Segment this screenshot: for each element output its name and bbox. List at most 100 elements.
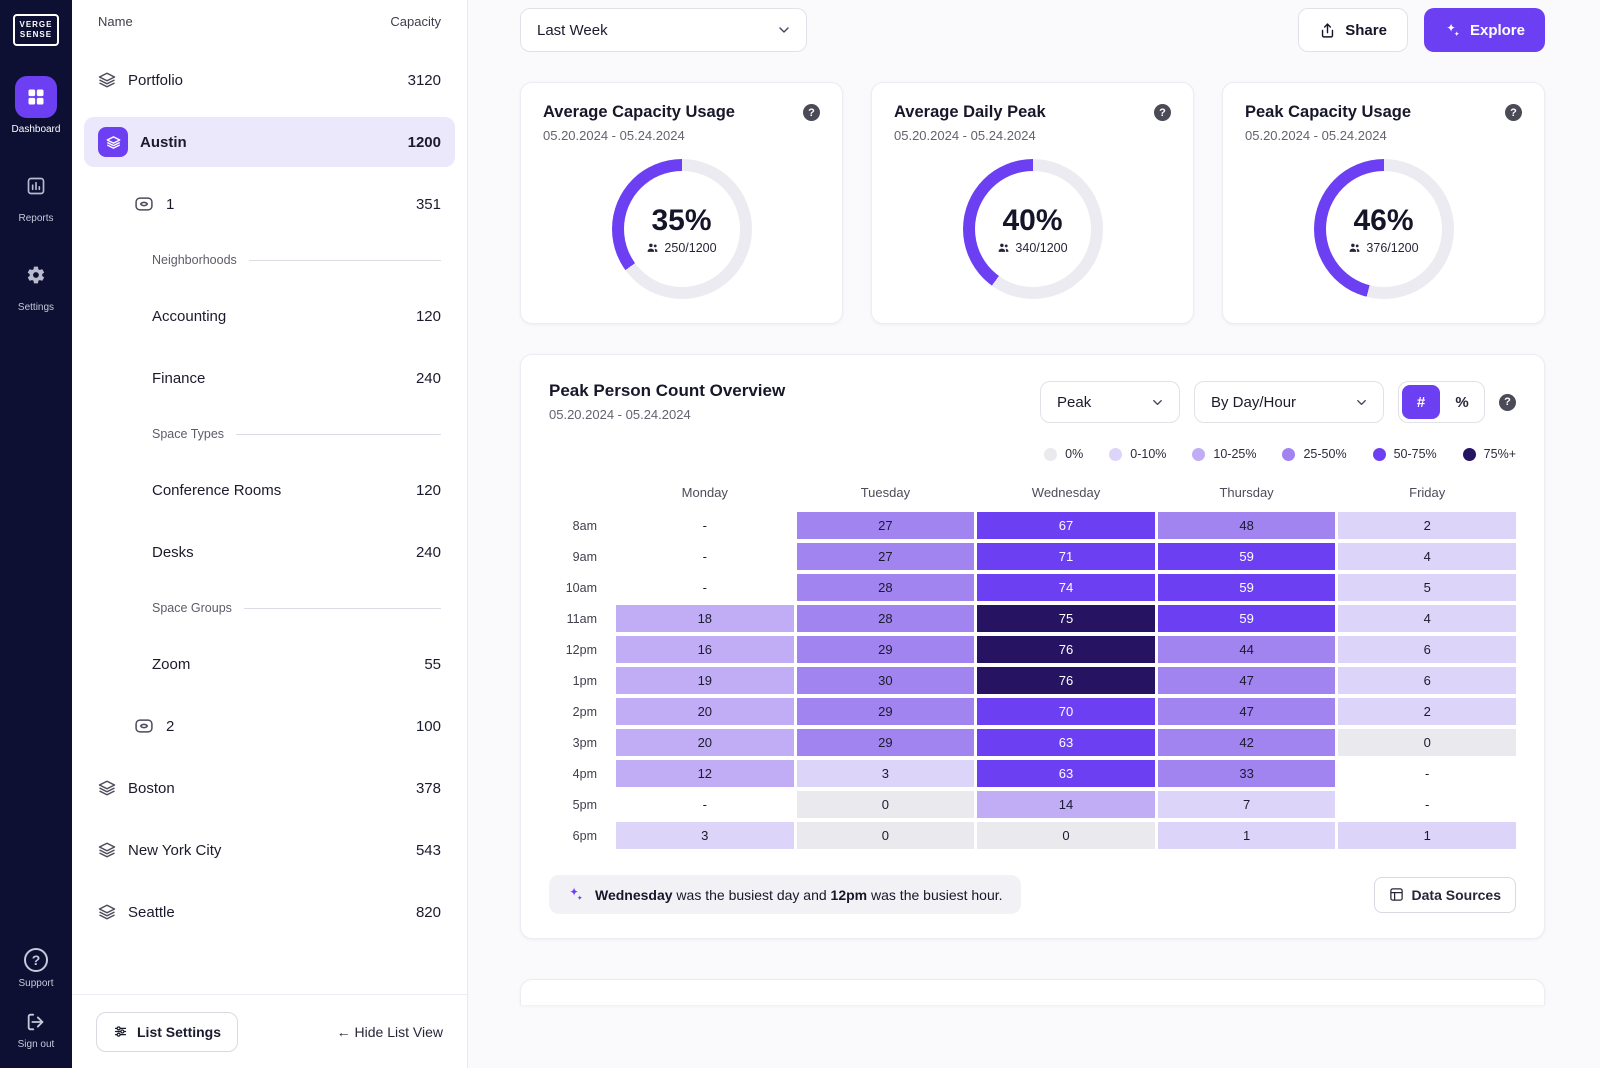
sidebar-item-desks[interactable]: Desks240	[84, 527, 455, 577]
heatmap-cell[interactable]: 70	[977, 698, 1155, 725]
heatmap-cell[interactable]: 47	[1158, 667, 1336, 694]
sidebar-item-1[interactable]: 1351	[84, 179, 455, 229]
metric-select[interactable]: Peak	[1040, 381, 1180, 423]
nav-item-support[interactable]: ? Support	[18, 948, 53, 989]
toggle-count-button[interactable]: #	[1402, 385, 1440, 419]
heatmap-cell[interactable]: -	[616, 512, 794, 539]
heatmap-cell[interactable]: 33	[1158, 760, 1336, 787]
share-button[interactable]: Share	[1298, 8, 1408, 52]
heatmap-cell[interactable]: 20	[616, 729, 794, 756]
sidebar-item-2[interactable]: 2100	[84, 701, 455, 751]
heatmap-cell[interactable]: 29	[797, 729, 975, 756]
heatmap-cell[interactable]: 2	[1338, 698, 1516, 725]
heatmap-cell[interactable]: 74	[977, 574, 1155, 601]
heatmap-cell[interactable]: 19	[616, 667, 794, 694]
explore-button[interactable]: Explore	[1424, 8, 1545, 52]
help-icon[interactable]: ?	[803, 104, 820, 121]
sidebar-item-accounting[interactable]: Accounting120	[84, 291, 455, 341]
heatmap-cell[interactable]: 16	[616, 636, 794, 663]
heatmap-cell[interactable]: 67	[977, 512, 1155, 539]
date-range-select[interactable]: Last Week	[520, 8, 807, 52]
sidebar-section-space-types: Space Types	[84, 415, 455, 453]
heatmap-cell[interactable]: 3	[797, 760, 975, 787]
sidebar-item-seattle[interactable]: Seattle820	[84, 887, 455, 937]
heatmap-cell[interactable]: 63	[977, 729, 1155, 756]
heatmap-cell[interactable]: 1	[1338, 822, 1516, 849]
heatmap-cell[interactable]: 14	[977, 791, 1155, 818]
heatmap-cell[interactable]: 6	[1338, 667, 1516, 694]
sidebar-item-zoom[interactable]: Zoom55	[84, 639, 455, 689]
next-card-partial	[520, 979, 1545, 1005]
heatmap-cell[interactable]: 12	[616, 760, 794, 787]
heatmap-cell[interactable]: 0	[797, 822, 975, 849]
heatmap-cell[interactable]: -	[1338, 791, 1516, 818]
column-header-capacity: Capacity	[390, 14, 441, 29]
heatmap-cell[interactable]: 28	[797, 574, 975, 601]
heatmap-cell[interactable]: 75	[977, 605, 1155, 632]
heatmap-cell[interactable]: 47	[1158, 698, 1336, 725]
heatmap-cell[interactable]: 0	[1338, 729, 1516, 756]
heatmap-cell[interactable]: 20	[616, 698, 794, 725]
heatmap-cell[interactable]: 28	[797, 605, 975, 632]
help-icon[interactable]: ?	[1154, 104, 1171, 121]
nav-item-reports[interactable]: Reports	[15, 165, 57, 224]
heatmap-cell[interactable]: 59	[1158, 543, 1336, 570]
gauge-ratio: 376/1200	[1366, 241, 1418, 255]
sidebar-item-finance[interactable]: Finance240	[84, 353, 455, 403]
sidebar-item-austin[interactable]: Austin1200	[84, 117, 455, 167]
heatmap-cell[interactable]: -	[1338, 760, 1516, 787]
nav-item-settings[interactable]: Settings	[15, 254, 57, 313]
heatmap-cell[interactable]: 30	[797, 667, 975, 694]
heatmap-cell[interactable]: 76	[977, 636, 1155, 663]
help-icon[interactable]: ?	[1499, 394, 1516, 411]
heatmap-cell[interactable]: 27	[797, 512, 975, 539]
heatmap-cell[interactable]: 7	[1158, 791, 1336, 818]
nav-item-dashboard[interactable]: Dashboard	[12, 76, 61, 135]
sidebar-item-new-york-city[interactable]: New York City543	[84, 825, 455, 875]
heatmap-cell[interactable]: -	[616, 543, 794, 570]
grouping-select[interactable]: By Day/Hour	[1194, 381, 1384, 423]
heatmap-cell[interactable]: 3	[616, 822, 794, 849]
toggle-percent-button[interactable]: %	[1443, 385, 1481, 419]
logo-line-2: SENSE	[20, 30, 52, 40]
heatmap-row-label: 1pm	[549, 674, 613, 688]
hide-list-view-link[interactable]: ← Hide List View	[337, 1024, 443, 1040]
heatmap-cell[interactable]: 4	[1338, 605, 1516, 632]
chevron-down-icon	[1354, 395, 1369, 410]
heatmap-cell[interactable]: 71	[977, 543, 1155, 570]
heatmap-cell[interactable]: 27	[797, 543, 975, 570]
heatmap-cell[interactable]: 59	[1158, 574, 1336, 601]
heatmap-cell[interactable]: 44	[1158, 636, 1336, 663]
heatmap-cell[interactable]: 29	[797, 636, 975, 663]
heatmap-cell[interactable]: 29	[797, 698, 975, 725]
nav-item-sign-out[interactable]: Sign out	[18, 1011, 55, 1050]
help-icon[interactable]: ?	[1505, 104, 1522, 121]
legend-dot	[1373, 448, 1386, 461]
data-sources-button[interactable]: Data Sources	[1374, 877, 1516, 913]
sidebar-item-conference-rooms[interactable]: Conference Rooms120	[84, 465, 455, 515]
heatmap-cell[interactable]: 2	[1338, 512, 1516, 539]
heatmap-cell[interactable]: 59	[1158, 605, 1336, 632]
gauge-percent: 35%	[651, 204, 711, 238]
heatmap-cell[interactable]: 18	[616, 605, 794, 632]
heatmap-cell[interactable]: 1	[1158, 822, 1336, 849]
heatmap-cell[interactable]: 42	[1158, 729, 1336, 756]
heatmap-cell[interactable]: 0	[977, 822, 1155, 849]
sidebar-item-portfolio[interactable]: Portfolio3120	[84, 55, 455, 105]
legend-dot	[1282, 448, 1295, 461]
heatmap-cell[interactable]: 0	[797, 791, 975, 818]
heatmap-cell[interactable]: 6	[1338, 636, 1516, 663]
sidebar-item-boston[interactable]: Boston378	[84, 763, 455, 813]
heatmap-cell[interactable]: 63	[977, 760, 1155, 787]
heatmap-cell[interactable]: 76	[977, 667, 1155, 694]
heatmap-cell[interactable]: -	[616, 574, 794, 601]
sidebar-item-capacity: 240	[416, 544, 441, 561]
list-settings-button[interactable]: List Settings	[96, 1012, 238, 1052]
heatmap-cell[interactable]: 48	[1158, 512, 1336, 539]
heatmap-cell[interactable]: -	[616, 791, 794, 818]
heatmap-cell[interactable]: 4	[1338, 543, 1516, 570]
share-label: Share	[1345, 22, 1387, 39]
vergesense-logo: VERGE SENSE	[13, 14, 58, 46]
section-label: Neighborhoods	[152, 253, 237, 267]
heatmap-cell[interactable]: 5	[1338, 574, 1516, 601]
